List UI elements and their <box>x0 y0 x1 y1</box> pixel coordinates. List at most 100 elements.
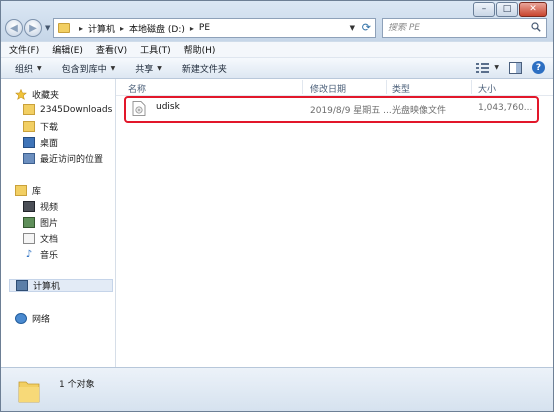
nav-videos-label: 视频 <box>40 203 59 213</box>
network-icon <box>15 313 27 324</box>
chevron-down-icon: ▼ <box>110 64 116 72</box>
nav-favorites[interactable]: 收藏夹 <box>15 88 59 101</box>
column-divider[interactable] <box>386 80 387 94</box>
back-button[interactable]: ◀ <box>5 19 23 37</box>
maximize-button[interactable]: □ <box>496 2 518 17</box>
nav-downloads[interactable]: 下载 <box>23 120 58 133</box>
star-icon <box>15 89 27 100</box>
search-input[interactable] <box>388 23 528 33</box>
menu-tools[interactable]: 工具(T) <box>140 43 171 56</box>
preview-pane-icon <box>509 61 522 74</box>
address-history-dropdown-icon[interactable]: ▼ <box>350 24 355 32</box>
recent-places-icon <box>23 153 35 164</box>
include-in-library-button[interactable]: 包含到库中 ▼ <box>62 62 116 75</box>
forward-button[interactable]: ▶ <box>24 19 42 37</box>
computer-icon <box>16 280 28 291</box>
refresh-icon[interactable]: ⟳ <box>362 21 371 34</box>
back-arrow-icon: ◀ <box>10 22 18 34</box>
chevron-right-icon[interactable]: ▸ <box>120 24 124 33</box>
address-bar[interactable]: ▸ 计算机 ▸ 本地磁盘 (D:) ▸ PE ▼ ⟳ <box>53 18 376 38</box>
details-pane: 1 个对象 <box>1 367 553 411</box>
chevron-right-icon[interactable]: ▸ <box>79 24 83 33</box>
command-bar: 组织 ▼ 包含到库中 ▼ 共享 ▼ 新建文件夹 ▼ ? <box>1 58 553 79</box>
forward-arrow-icon: ▶ <box>29 22 37 34</box>
file-modified: 2019/8/9 星期五 ... <box>310 106 392 116</box>
menu-edit[interactable]: 编辑(E) <box>52 43 83 56</box>
download-folder-icon <box>23 121 35 132</box>
preview-pane-button[interactable] <box>509 61 522 74</box>
column-name[interactable]: 名称 <box>128 82 146 95</box>
nav-2345downloads[interactable]: 2345Downloads <box>23 104 112 115</box>
nav-computer[interactable]: 计算机 <box>9 279 113 292</box>
share-label: 共享 <box>135 64 154 75</box>
nav-pictures[interactable]: 图片 <box>23 216 58 229</box>
new-folder-button[interactable]: 新建文件夹 <box>182 62 227 75</box>
column-divider[interactable] <box>471 80 472 94</box>
breadcrumb-computer[interactable]: 计算机 <box>88 22 115 35</box>
nav-videos[interactable]: 视频 <box>23 200 58 213</box>
help-icon: ? <box>532 61 545 74</box>
search-icon[interactable] <box>531 22 541 32</box>
file-type: 光盘映像文件 <box>392 106 447 116</box>
minimize-button[interactable]: – <box>473 2 495 17</box>
nav-network-label: 网络 <box>32 315 51 325</box>
share-button[interactable]: 共享 ▼ <box>135 62 162 75</box>
nav-documents-label: 文档 <box>40 235 59 245</box>
breadcrumb-pe[interactable]: PE <box>199 23 210 33</box>
chevron-right-icon[interactable]: ▸ <box>190 24 194 33</box>
new-folder-label: 新建文件夹 <box>181 64 227 75</box>
breadcrumb-local-disk-d[interactable]: 本地磁盘 (D:) <box>129 22 185 35</box>
nav-desktop-label: 桌面 <box>40 139 59 149</box>
menu-file[interactable]: 文件(F) <box>9 43 39 56</box>
column-divider[interactable] <box>302 80 303 94</box>
chevron-down-icon: ▼ <box>37 64 42 72</box>
include-in-library-label: 包含到库中 <box>61 64 107 75</box>
view-options-icon <box>476 62 490 73</box>
close-button[interactable]: ✕ <box>519 2 547 17</box>
nav-downloads-label: 下载 <box>40 123 59 133</box>
chevron-down-icon: ▼ <box>157 64 162 72</box>
nav-pictures-label: 图片 <box>40 219 59 229</box>
nav-recent-places[interactable]: 最近访问的位置 <box>23 152 103 165</box>
recent-pages-dropdown-icon[interactable]: ▼ <box>45 24 50 32</box>
navigation-buttons: ◀ ▶ ▼ <box>5 19 50 37</box>
file-size: 1,043,760... <box>478 103 533 113</box>
file-list: 名称 修改日期 类型 大小 udisk 2019/8/9 星期五 ... 光盘映… <box>116 79 553 367</box>
music-note-icon: ♪ <box>25 249 33 260</box>
search-box[interactable] <box>382 18 547 38</box>
organize-button[interactable]: 组织 ▼ <box>15 62 42 75</box>
disc-image-file-icon <box>132 101 146 116</box>
nav-desktop[interactable]: 桌面 <box>23 136 58 149</box>
file-name[interactable]: udisk <box>156 102 180 112</box>
folder-icon <box>18 381 40 403</box>
item-count: 1 个对象 <box>59 380 95 390</box>
view-options-button[interactable]: ▼ <box>476 62 499 74</box>
window-controls: – □ ✕ <box>472 2 547 17</box>
column-size[interactable]: 大小 <box>478 82 496 95</box>
column-header: 名称 修改日期 类型 大小 <box>116 79 553 96</box>
explorer-window: – □ ✕ ◀ ▶ ▼ ▸ 计算机 ▸ 本地磁盘 (D:) ▸ PE ▼ ⟳ 搜… <box>0 0 554 412</box>
organize-label: 组织 <box>15 64 34 75</box>
menu-help[interactable]: 帮助(H) <box>184 43 216 56</box>
nav-documents[interactable]: 文档 <box>23 232 58 245</box>
document-icon <box>23 233 35 244</box>
desktop-icon <box>23 137 35 148</box>
nav-libraries-label: 库 <box>32 187 42 197</box>
chevron-down-icon: ▼ <box>494 64 499 71</box>
nav-2345downloads-label: 2345Downloads <box>40 104 113 115</box>
menu-view[interactable]: 查看(V) <box>96 43 127 56</box>
nav-libraries[interactable]: 库 <box>15 184 41 197</box>
column-modified[interactable]: 修改日期 <box>310 82 346 95</box>
help-button[interactable]: ? <box>532 61 545 74</box>
nav-network[interactable]: 网络 <box>15 312 50 325</box>
column-type[interactable]: 类型 <box>392 82 410 95</box>
nav-recent-places-label: 最近访问的位置 <box>40 155 104 165</box>
toolbar-right: ▼ ? <box>466 61 545 74</box>
nav-music-label: 音乐 <box>40 251 59 261</box>
file-row[interactable]: udisk 2019/8/9 星期五 ... 光盘映像文件 1,043,760.… <box>128 99 535 118</box>
folder-icon <box>58 23 70 33</box>
picture-icon <box>23 217 35 228</box>
folder-icon <box>23 104 35 115</box>
nav-music[interactable]: ♪ 音乐 <box>23 248 58 261</box>
menu-bar: 文件(F) 编辑(E) 查看(V) 工具(T) 帮助(H) <box>1 42 553 58</box>
